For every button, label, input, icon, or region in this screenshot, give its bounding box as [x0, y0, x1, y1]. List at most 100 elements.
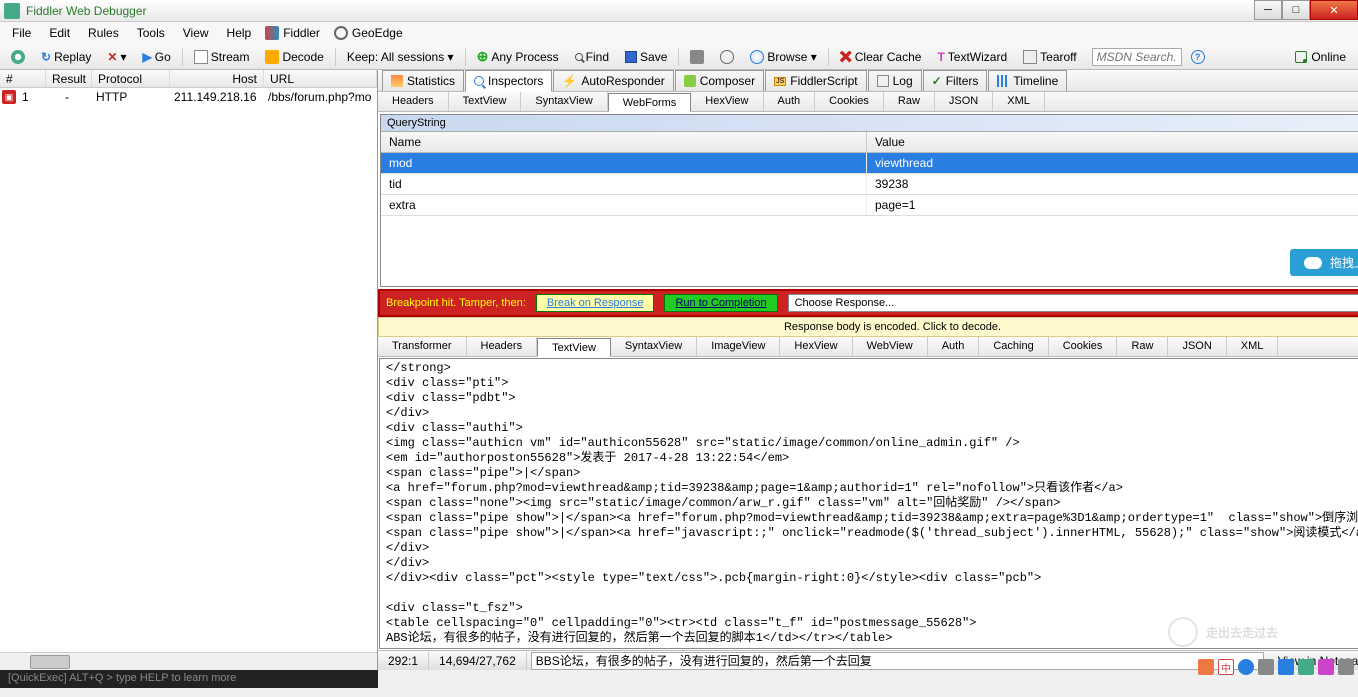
camera-icon [690, 50, 704, 64]
resp-tab-json[interactable]: JSON [1168, 337, 1226, 356]
mic-icon[interactable] [1278, 659, 1294, 675]
resp-tab-web[interactable]: WebView [853, 337, 928, 356]
req-tab-xml[interactable]: XML [993, 92, 1045, 111]
keyboard-icon[interactable] [1258, 659, 1274, 675]
resp-tab-syntax[interactable]: SyntaxView [611, 337, 697, 356]
browse-button[interactable]: Browse ▾ [743, 47, 823, 67]
save-button[interactable]: Save [618, 47, 674, 67]
cn-icon[interactable]: 中 [1218, 659, 1234, 675]
col-result[interactable]: Result [46, 70, 92, 87]
qs-col-value[interactable]: Value [867, 132, 1358, 152]
response-textview[interactable]: </strong> <div class="pti"> <div class="… [379, 358, 1358, 649]
col-num[interactable]: # [0, 70, 46, 87]
col-host[interactable]: Host [170, 70, 264, 87]
resp-tab-image[interactable]: ImageView [697, 337, 780, 356]
resp-tab-cookies[interactable]: Cookies [1049, 337, 1118, 356]
resp-tab-caching[interactable]: Caching [979, 337, 1048, 356]
keep-sessions-dropdown[interactable]: Keep: All sessions ▾ [340, 47, 461, 67]
resp-tab-auth[interactable]: Auth [928, 337, 980, 356]
tab-composer[interactable]: Composer [675, 70, 764, 91]
tab-inspectors[interactable]: Inspectors [465, 70, 552, 92]
session-row[interactable]: ▣ 1 - HTTP 211.149.218.16 /bbs/forum.php… [0, 88, 377, 106]
tab-timeline[interactable]: Timeline [988, 70, 1067, 91]
menu-tools[interactable]: Tools [129, 24, 173, 42]
tab-autoresponder[interactable]: ⚡AutoResponder [553, 70, 673, 91]
req-tab-cookies[interactable]: Cookies [815, 92, 884, 111]
ime-icon[interactable] [1198, 659, 1214, 675]
qs-row[interactable]: extra page=1 [381, 195, 1358, 216]
resp-tab-raw[interactable]: Raw [1117, 337, 1168, 356]
tab-statistics[interactable]: Statistics [382, 70, 464, 91]
col-url[interactable]: URL [264, 70, 377, 87]
go-button[interactable]: ▶Go [136, 47, 178, 67]
screenshot-button[interactable] [683, 47, 711, 67]
req-tab-syntax[interactable]: SyntaxView [521, 92, 607, 111]
fiddler-brand[interactable]: Fiddler [265, 26, 320, 40]
replay-button[interactable]: ↻Replay [34, 47, 98, 67]
upload-button[interactable]: 拖拽上传 [1290, 249, 1358, 276]
tab-fiddlerscript[interactable]: JSFiddlerScript [765, 70, 867, 91]
resp-tab-xml[interactable]: XML [1227, 337, 1279, 356]
comment-button[interactable] [4, 47, 32, 67]
help-button[interactable]: ? [1184, 47, 1212, 67]
menu-bar: File Edit Rules Tools View Help Fiddler … [0, 22, 1358, 44]
selection-text-input[interactable] [531, 652, 1264, 670]
sessions-header: # Result Protocol Host URL [0, 70, 377, 88]
break-on-response-button[interactable]: Break on Response [536, 294, 655, 312]
qs-row[interactable]: tid 39238 [381, 174, 1358, 195]
tool-icon[interactable] [1318, 659, 1334, 675]
find-button[interactable]: Find [568, 47, 616, 67]
moon-icon[interactable] [1238, 659, 1254, 675]
resp-tab-hex[interactable]: HexView [780, 337, 852, 356]
clear-cache-button[interactable]: Clear Cache [833, 47, 929, 67]
sessions-scrollbar[interactable] [0, 652, 377, 670]
stream-button[interactable]: Stream [187, 47, 257, 67]
any-process-button[interactable]: ⊕Any Process [470, 45, 566, 68]
menu-rules[interactable]: Rules [80, 24, 127, 42]
req-tab-headers[interactable]: Headers [378, 92, 449, 111]
req-tab-webforms[interactable]: WebForms [608, 93, 692, 112]
book-icon [265, 26, 279, 40]
stream-icon [194, 50, 208, 64]
geoedge-menu[interactable]: GeoEdge [334, 26, 403, 40]
col-protocol[interactable]: Protocol [92, 70, 170, 87]
online-indicator[interactable]: Online [1295, 50, 1354, 64]
close-button[interactable]: ✕ [1310, 0, 1358, 20]
req-tab-json[interactable]: JSON [935, 92, 993, 111]
run-to-completion-button[interactable]: Run to Completion [664, 294, 777, 312]
skin-icon[interactable] [1298, 659, 1314, 675]
req-tab-raw[interactable]: Raw [884, 92, 935, 111]
menu-help[interactable]: Help [219, 24, 260, 42]
tearoff-button[interactable]: Tearoff [1016, 47, 1083, 67]
choose-response-dropdown[interactable]: Choose Response... [788, 294, 1358, 312]
textwizard-button[interactable]: TTextWizard [930, 47, 1014, 67]
req-tab-hex[interactable]: HexView [691, 92, 763, 111]
decode-banner[interactable]: Response body is encoded. Click to decod… [378, 317, 1358, 337]
target-icon: ⊕ [477, 48, 489, 65]
toolbar: ↻Replay ✕▾ ▶Go Stream Decode Keep: All s… [0, 44, 1358, 70]
tab-filters[interactable]: ✓Filters [923, 70, 988, 91]
menu-file[interactable]: File [4, 24, 39, 42]
qs-row[interactable]: mod viewthread [381, 153, 1358, 174]
menu-edit[interactable]: Edit [41, 24, 78, 42]
msdn-search-input[interactable] [1092, 48, 1182, 66]
decode-button[interactable]: Decode [258, 47, 330, 67]
settings-icon[interactable] [1338, 659, 1354, 675]
qs-col-name[interactable]: Name [381, 132, 867, 152]
minimize-button[interactable]: ─ [1254, 0, 1282, 20]
tab-log[interactable]: Log [868, 70, 922, 91]
resp-tab-headers[interactable]: Headers [467, 337, 538, 356]
quickexec-bar[interactable]: [QuickExec] ALT+Q > type HELP to learn m… [0, 670, 378, 688]
app-title: Fiddler Web Debugger [26, 4, 147, 18]
req-tab-auth[interactable]: Auth [764, 92, 816, 111]
maximize-button[interactable]: □ [1282, 0, 1310, 20]
timer-button[interactable] [713, 47, 741, 67]
req-tab-textview[interactable]: TextView [449, 92, 522, 111]
resp-tab-textview[interactable]: TextView [537, 338, 611, 357]
remove-button[interactable]: ✕▾ [100, 47, 133, 67]
scrollbar-thumb[interactable] [30, 655, 70, 669]
timeline-icon [997, 75, 1009, 87]
composer-icon [684, 75, 696, 87]
resp-tab-transformer[interactable]: Transformer [378, 337, 467, 356]
menu-view[interactable]: View [175, 24, 217, 42]
